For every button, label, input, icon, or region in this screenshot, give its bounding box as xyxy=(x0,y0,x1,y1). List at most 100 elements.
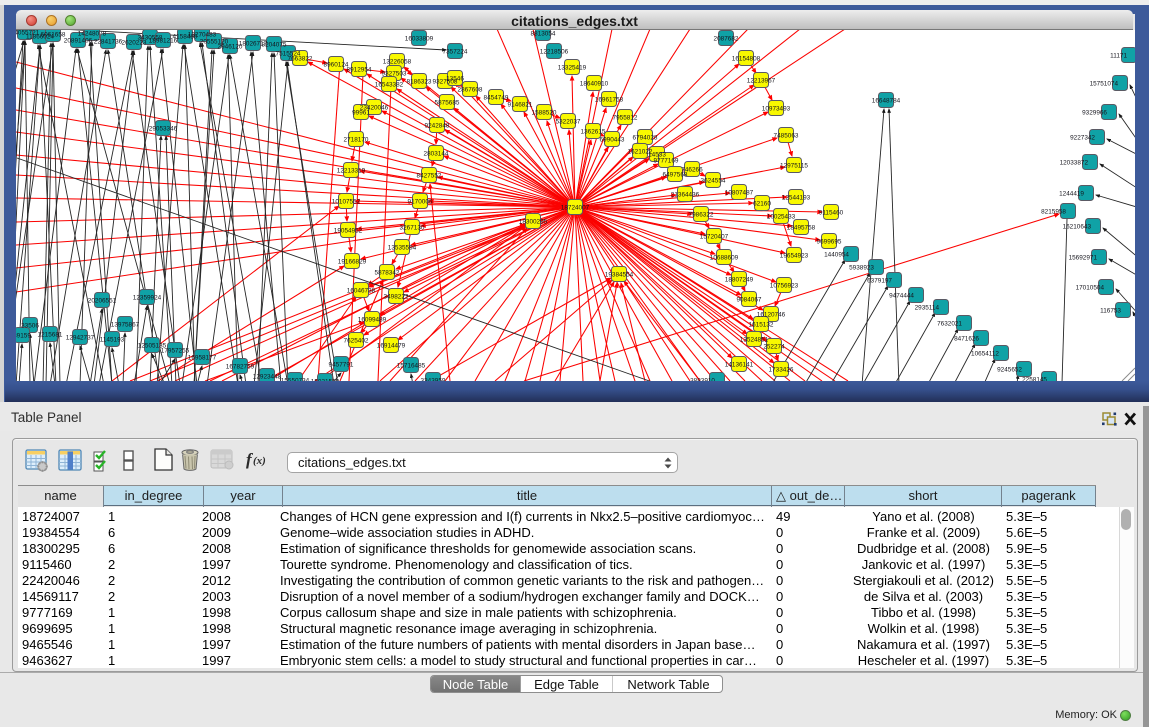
svg-text:1215681: 1215681 xyxy=(38,332,63,339)
svg-text:7485063: 7485063 xyxy=(774,133,799,140)
svg-text:10107552: 10107552 xyxy=(332,199,361,206)
svg-text:2087682: 2087682 xyxy=(714,36,739,43)
svg-text:8960124: 8960124 xyxy=(324,62,349,69)
svg-text:12359924: 12359924 xyxy=(133,295,162,302)
svg-text:17010504: 17010504 xyxy=(1076,285,1105,292)
svg-text:18640910: 18640910 xyxy=(580,81,609,88)
svg-text:33506: 33506 xyxy=(21,323,39,330)
svg-text:18724007: 18724007 xyxy=(561,205,590,212)
svg-text:116753: 116753 xyxy=(1100,308,1121,315)
svg-text:8186323: 8186323 xyxy=(407,79,432,86)
svg-text:16046738: 16046738 xyxy=(347,288,376,295)
svg-text:2718170: 2718170 xyxy=(344,137,369,144)
svg-text:29053346: 29053346 xyxy=(149,126,178,133)
svg-text:15692971: 15692971 xyxy=(1069,255,1098,262)
svg-text:10973493: 10973493 xyxy=(762,106,791,113)
svg-text:10807487: 10807487 xyxy=(725,190,754,197)
svg-text:12975115: 12975115 xyxy=(780,163,808,170)
svg-text:12942737: 12942737 xyxy=(66,335,95,342)
svg-text:13325419: 13325419 xyxy=(558,65,587,72)
svg-text:15720407: 15720407 xyxy=(700,234,729,241)
svg-text:6990443: 6990443 xyxy=(600,137,625,144)
svg-text:13535594: 13535594 xyxy=(388,245,417,252)
svg-text:16648784: 16648784 xyxy=(872,98,901,105)
svg-text:9777169: 9777169 xyxy=(654,158,679,165)
svg-text:1440954: 1440954 xyxy=(824,252,849,259)
svg-text:17957255: 17957255 xyxy=(161,348,190,355)
svg-text:2867608: 2867608 xyxy=(458,87,483,94)
svg-text:16033809: 16033809 xyxy=(405,36,434,43)
svg-text:16961758: 16961758 xyxy=(595,97,624,104)
svg-text:13226058: 13226058 xyxy=(383,59,412,66)
svg-text:16914479: 16914479 xyxy=(377,343,406,350)
svg-text:16782759: 16782759 xyxy=(226,364,255,371)
svg-text:19054952: 19054952 xyxy=(334,228,363,235)
svg-text:3498222: 3498222 xyxy=(384,294,409,301)
svg-text:22841736: 22841736 xyxy=(94,39,123,46)
svg-text:3343959: 3343959 xyxy=(421,378,446,382)
svg-text:8454749: 8454749 xyxy=(484,95,509,102)
svg-text:7955812: 7955812 xyxy=(613,115,638,122)
svg-text:15550734: 15550734 xyxy=(281,378,310,382)
svg-text:16099489: 16099489 xyxy=(358,317,387,324)
svg-text:8215958: 8215958 xyxy=(1041,209,1066,216)
svg-text:8912954: 8912954 xyxy=(347,67,372,74)
svg-text:15751074: 15751074 xyxy=(1090,81,1119,88)
svg-text:99961: 99961 xyxy=(352,110,370,117)
svg-text:3883910: 3883910 xyxy=(690,378,715,382)
svg-text:16210643: 16210643 xyxy=(1063,224,1092,231)
svg-text:6379197: 6379197 xyxy=(867,278,892,285)
svg-text:19166829: 19166829 xyxy=(338,259,367,266)
svg-text:8813054: 8813054 xyxy=(531,31,556,38)
svg-text:19654923: 19654923 xyxy=(780,253,809,260)
svg-text:16958177: 16958177 xyxy=(188,355,217,362)
svg-text:5322037: 5322037 xyxy=(556,119,581,126)
svg-text:19384554: 19384554 xyxy=(605,272,634,279)
svg-text:2258145: 2258145 xyxy=(1022,377,1047,382)
svg-text:18807249: 18807249 xyxy=(725,277,754,284)
svg-text:12218506: 12218506 xyxy=(540,49,569,56)
svg-text:9242848: 9242848 xyxy=(425,123,450,130)
svg-text:12213319: 12213319 xyxy=(337,168,366,175)
svg-text:8204075: 8204075 xyxy=(262,42,287,49)
svg-text:7663822: 7663822 xyxy=(288,56,313,63)
svg-text:(x): (x) xyxy=(253,455,266,467)
svg-text:8471626: 8471626 xyxy=(954,336,979,343)
svg-text:9084067: 9084067 xyxy=(737,297,762,304)
svg-text:6061658: 6061658 xyxy=(41,32,66,39)
svg-text:7625402: 7625402 xyxy=(344,338,369,345)
svg-text:9699695: 9699695 xyxy=(817,239,842,246)
svg-text:9115460: 9115460 xyxy=(819,210,844,217)
svg-text:20891406: 20891406 xyxy=(64,38,93,45)
svg-text:8427552: 8427552 xyxy=(417,173,442,180)
svg-text:5938923: 5938923 xyxy=(849,265,874,272)
svg-text:1733426: 1733426 xyxy=(769,367,794,374)
svg-text:16154808: 16154808 xyxy=(732,56,761,63)
svg-text:7986322: 7986322 xyxy=(689,212,714,219)
svg-text:9457791: 9457791 xyxy=(329,362,354,369)
svg-text:15031529: 15031529 xyxy=(311,379,340,382)
svg-text:12033872: 12033872 xyxy=(1060,160,1089,167)
svg-text:12544193: 12544193 xyxy=(782,195,811,202)
svg-text:21364436: 21364436 xyxy=(671,192,700,199)
svg-text:2803144: 2803144 xyxy=(424,151,449,158)
svg-text:9245652: 9245652 xyxy=(997,367,1022,374)
svg-text:2935114: 2935114 xyxy=(915,305,940,312)
svg-text:14248078: 14248078 xyxy=(78,31,107,38)
svg-text:7357224: 7357224 xyxy=(443,49,468,56)
svg-text:1588520: 1588520 xyxy=(532,110,557,117)
svg-text:15716485: 15716485 xyxy=(397,363,426,370)
svg-text:6497568: 6497568 xyxy=(663,172,688,179)
svg-text:6794028: 6794028 xyxy=(633,135,658,142)
svg-text:9329966: 9329966 xyxy=(1082,110,1107,117)
svg-text:5878342: 5878342 xyxy=(375,270,400,277)
svg-text:13270483: 13270483 xyxy=(188,32,217,39)
svg-text:13546: 13546 xyxy=(446,76,464,83)
svg-text:10688609: 10688609 xyxy=(710,255,739,262)
svg-text:10654112: 10654112 xyxy=(971,351,999,358)
svg-text:18495758: 18495758 xyxy=(787,225,816,232)
svg-text:62160: 62160 xyxy=(753,201,771,208)
svg-text:9170006: 9170006 xyxy=(408,199,433,206)
svg-text:13975867: 13975867 xyxy=(111,322,140,329)
svg-text:9474444: 9474444 xyxy=(889,293,914,300)
